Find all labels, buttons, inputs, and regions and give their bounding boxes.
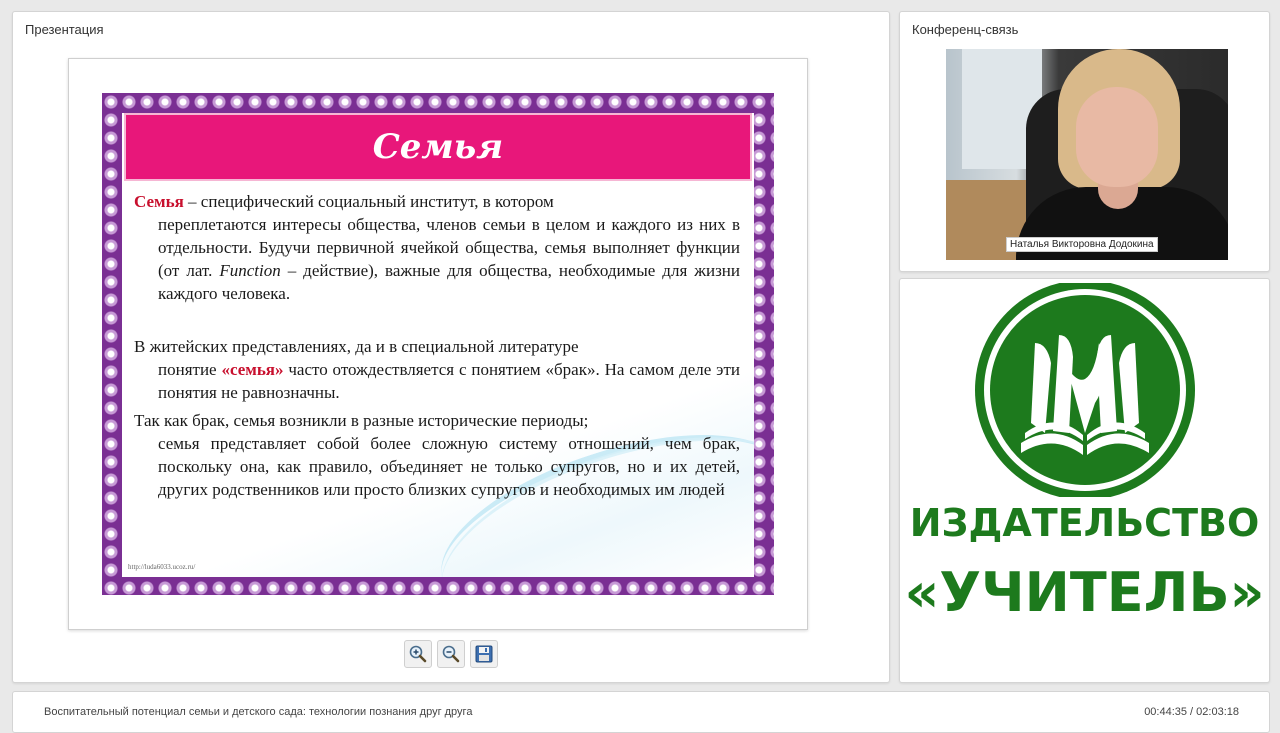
slide-viewer[interactable]: Семья Семья – специфический социальный и… [68,58,808,630]
presentation-title: Презентация [25,22,104,37]
course-title: Воспитательный потенциал семьи и детског… [44,706,473,718]
term-highlight: «семья» [221,360,284,379]
footer-bar: Воспитательный потенциал семьи и детског… [12,691,1270,733]
floppy-disk-icon [475,645,493,663]
slide-title-bar: Семья [124,113,752,181]
term-highlight: Семья [134,192,184,211]
slide-content: Семья Семья – специфический социальный и… [122,113,754,577]
slide-title: Семья [372,127,504,167]
slide-paragraph-2: В житейских представлениях, да и в специ… [134,337,740,402]
save-button[interactable] [470,640,498,668]
speaker-video[interactable]: Наталья Викторовна Додокина [946,49,1228,260]
publisher-name-line-2: «УЧИТЕЛЬ» [904,561,1265,624]
conference-panel: Конференц-связь Наталья Викторовна Додок… [899,11,1270,272]
playback-timer: 00:44:35 / 02:03:18 [1144,706,1239,718]
zoom-in-button[interactable] [404,640,432,668]
slide-source-url: http://luda6033.ucoz.ru/ [128,563,196,571]
slide-paragraph-3: Так как брак, семья возникли в разные ис… [134,411,740,499]
zoom-in-icon [409,645,427,663]
zoom-out-button[interactable] [437,640,465,668]
speaker-name-label: Наталья Викторовна Додокина [1006,237,1158,252]
conference-title: Конференц-связь [912,22,1019,37]
publisher-logo-panel: ИЗДАТЕЛЬСТВО «УЧИТЕЛЬ» [899,278,1270,683]
slide-paragraph-1: Семья – специфический социальный институ… [134,192,740,303]
zoom-out-icon [442,645,460,663]
speaker-face [1076,87,1158,187]
slide: Семья Семья – специфический социальный и… [102,93,774,595]
presentation-panel: Презентация Семья Семья – специфический … [12,11,890,683]
publisher-logo-icon [975,283,1195,497]
publisher-name-line-1: ИЗДАТЕЛЬСТВО [909,501,1260,545]
